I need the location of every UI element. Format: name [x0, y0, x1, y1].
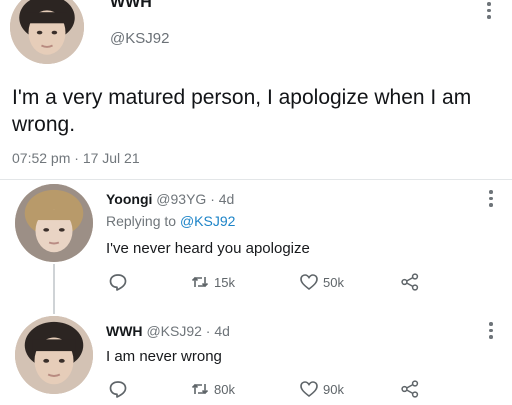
heart-icon	[300, 274, 318, 291]
reply-author-name[interactable]: WWH	[106, 323, 143, 339]
reply-text: I am never wrong	[106, 348, 222, 365]
like-count: 50k	[323, 274, 344, 290]
reply-header: Yoongi @93YG · 4d	[106, 191, 234, 207]
share-icon	[401, 273, 419, 291]
thread-line	[53, 264, 55, 314]
more-vertical-icon[interactable]	[488, 322, 494, 339]
replying-to-label: Replying to	[106, 213, 180, 229]
reply-header: WWH @KSJ92 · 4d	[106, 323, 230, 339]
reply-avatar[interactable]	[15, 184, 93, 262]
reply-author-name[interactable]: Yoongi	[106, 191, 152, 207]
reply-actions: 80k 90k	[108, 379, 438, 403]
divider	[0, 179, 512, 180]
comment-button[interactable]	[108, 272, 128, 292]
retweet-button[interactable]: 80k	[190, 379, 235, 399]
reply-age: · 4d	[210, 191, 235, 207]
like-button[interactable]: 50k	[299, 272, 344, 292]
like-button[interactable]: 90k	[299, 379, 344, 399]
reply-avatar[interactable]	[15, 316, 93, 394]
author-avatar[interactable]	[10, 0, 84, 64]
author-handle[interactable]: @KSJ92	[110, 30, 169, 47]
retweet-button[interactable]: 15k	[190, 272, 235, 292]
comment-button[interactable]	[108, 379, 128, 399]
comment-icon	[109, 381, 127, 398]
reply-actions: 15k 50k	[108, 272, 438, 296]
replying-to-mention[interactable]: @KSJ92	[180, 213, 235, 229]
tweet-timestamp: 07:52 pm · 17 Jul 21	[12, 150, 140, 166]
more-vertical-icon[interactable]	[486, 2, 492, 19]
reply-age: · 4d	[205, 323, 230, 339]
reply-author-handle[interactable]: @KSJ92	[146, 323, 201, 339]
share-button[interactable]	[400, 272, 420, 292]
comment-icon	[109, 274, 127, 291]
retweet-icon	[191, 276, 209, 288]
share-icon	[401, 380, 419, 398]
heart-icon	[300, 381, 318, 398]
retweet-icon	[191, 383, 209, 395]
retweet-count: 80k	[214, 381, 235, 397]
retweet-count: 15k	[214, 274, 235, 290]
replying-to: Replying to @KSJ92	[106, 213, 235, 229]
reply-author-handle[interactable]: @93YG	[156, 191, 206, 207]
like-count: 90k	[323, 381, 344, 397]
tweet-text: I'm a very matured person, I apologize w…	[12, 86, 472, 136]
reply-text: I've never heard you apologize	[106, 240, 310, 257]
more-vertical-icon[interactable]	[488, 190, 494, 207]
author-name[interactable]: WWH	[110, 0, 152, 12]
share-button[interactable]	[400, 379, 420, 399]
